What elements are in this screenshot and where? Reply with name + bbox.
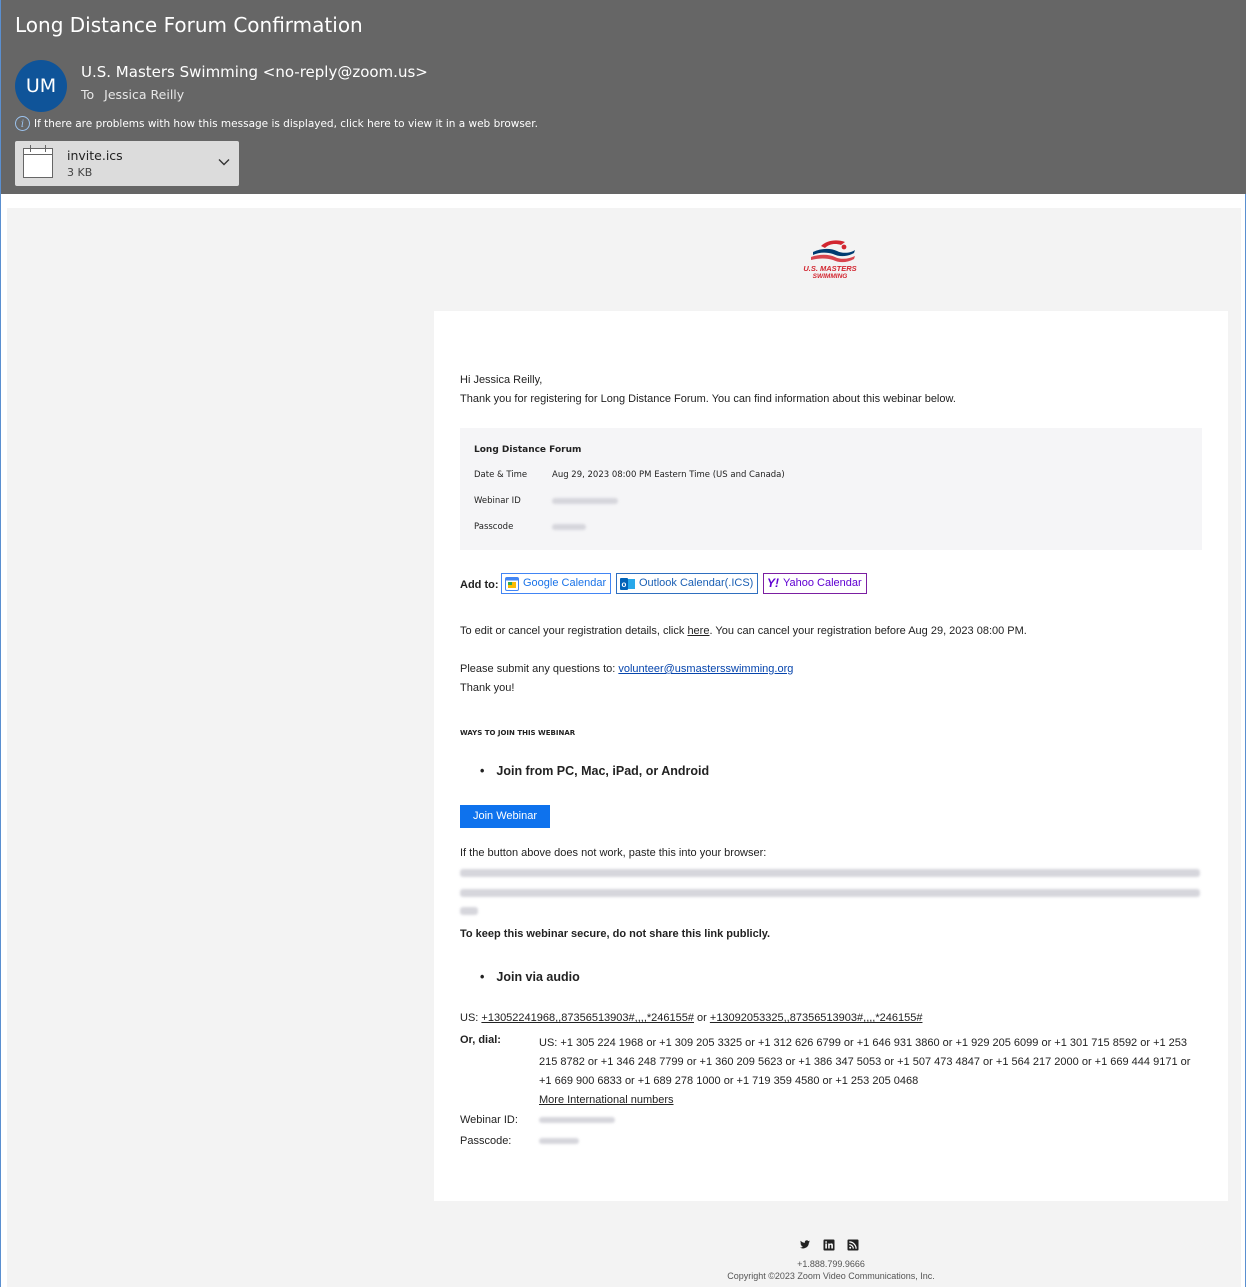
sender-address[interactable]: U.S. Masters Swimming <no-reply@zoom.us> — [81, 63, 428, 81]
edit-registration-link[interactable]: here — [687, 625, 709, 637]
display-notice-text[interactable]: If there are problems with how this mess… — [34, 118, 538, 130]
google-calendar-icon — [505, 576, 519, 591]
us-label: US: — [460, 1012, 482, 1024]
us-one-tap-number-1[interactable]: +13052241968,,87356513903#,,,,*246155# — [481, 1012, 694, 1024]
join-url-redacted-line2[interactable] — [460, 889, 1200, 897]
ways-to-join-heading: WAYS TO JOIN THIS WEBINAR — [460, 729, 576, 737]
us-one-tap-line: US: +13052241968,,87356513903#,,,,*24615… — [460, 1012, 922, 1024]
email-header: Long Distance Forum Confirmation UM U.S.… — [1, 0, 1246, 194]
webinar-title: Long Distance Forum — [474, 445, 582, 455]
paste-instructions: If the button above does not work, paste… — [460, 847, 767, 859]
questions-text: Please submit any questions to: voluntee… — [460, 663, 793, 675]
dial-line-1: US: +1 305 224 1968 or +1 309 205 3325 o… — [539, 1037, 1188, 1049]
email-subject: Long Distance Forum Confirmation — [15, 13, 363, 37]
display-notice[interactable]: i If there are problems with how this me… — [15, 116, 538, 131]
passcode-label-2: Passcode: — [460, 1135, 512, 1147]
to-label: To — [81, 87, 95, 102]
outlook-icon: o — [620, 577, 635, 590]
join-pc-text: Join from PC, Mac, iPad, or Android — [496, 764, 710, 778]
email-window: Long Distance Forum Confirmation UM U.S.… — [0, 0, 1246, 1287]
info-icon: i — [15, 116, 30, 131]
logo-text-line2: SWIMMING — [813, 273, 848, 280]
join-audio-bullet: • Join via audio — [480, 970, 580, 984]
us-or: or — [693, 1012, 710, 1024]
webinar-id-label: Webinar ID — [474, 496, 521, 506]
greeting: Hi Jessica Reilly, — [460, 374, 543, 386]
sender-avatar[interactable]: UM — [15, 60, 67, 112]
thank-you-registration: Thank you for registering for Long Dista… — [460, 393, 956, 405]
secure-link-warning: To keep this webinar secure, do not shar… — [460, 928, 771, 940]
edit-prefix: To edit or cancel your registration deta… — [460, 625, 688, 637]
dial-line-3: +1 669 900 6833 or +1 689 278 1000 or +1… — [539, 1075, 919, 1087]
recipient-line: To Jessica Reilly — [81, 87, 184, 102]
add-to-label: Add to: — [460, 579, 499, 591]
passcode-redacted — [552, 524, 586, 530]
footer-copyright: Copyright ©2023 Zoom Video Communication… — [727, 1271, 935, 1281]
join-pc-bullet: • Join from PC, Mac, iPad, or Android — [480, 764, 710, 778]
more-international-numbers-link[interactable]: More International numbers — [539, 1094, 674, 1106]
yahoo-calendar-label: Yahoo Calendar — [783, 577, 862, 589]
google-calendar-label: Google Calendar — [523, 577, 607, 589]
join-webinar-button[interactable]: Join Webinar — [460, 805, 550, 828]
webinar-id-redacted — [552, 498, 618, 504]
linkedin-icon[interactable] — [823, 1239, 835, 1251]
footer-phone: +1.888.799.9666 — [797, 1259, 865, 1269]
usms-logo: U.S. MASTERS SWIMMING — [803, 240, 857, 280]
logo-text-line1: U.S. MASTERS — [803, 264, 856, 273]
or-dial-label: Or, dial: — [460, 1034, 501, 1046]
dial-line-2: 215 8782 or +1 346 248 7799 or +1 360 20… — [539, 1056, 1191, 1068]
webinar-id-label-2: Webinar ID: — [460, 1114, 518, 1126]
join-url-redacted-line1[interactable] — [460, 869, 1200, 877]
chevron-down-icon[interactable] — [217, 155, 231, 169]
join-url-redacted-line3[interactable] — [460, 907, 478, 915]
volunteer-email-link[interactable]: volunteer@usmastersswimming.org — [618, 663, 793, 675]
attachment-size: 3 KB — [67, 166, 93, 179]
message-card: Hi Jessica Reilly, Thank you for registe… — [434, 311, 1228, 1201]
social-icons — [799, 1239, 859, 1251]
date-time-label: Date & Time — [474, 470, 528, 480]
dial-numbers: US: +1 305 224 1968 or +1 309 205 3325 o… — [539, 1034, 1190, 1110]
recipient-name[interactable]: Jessica Reilly — [104, 87, 184, 102]
svg-text:o: o — [622, 580, 627, 589]
questions-prefix: Please submit any questions to: — [460, 663, 619, 675]
webinar-id-redacted-2 — [539, 1117, 615, 1123]
attachment-card[interactable]: invite.ics 3 KB — [15, 141, 239, 186]
yahoo-calendar-button[interactable]: Y! Yahoo Calendar — [763, 573, 867, 594]
join-audio-text: Join via audio — [496, 970, 580, 984]
outlook-calendar-label: Outlook Calendar(.ICS) — [639, 577, 754, 589]
yahoo-icon: Y! — [767, 576, 779, 590]
google-calendar-button[interactable]: Google Calendar — [501, 573, 612, 594]
edit-registration-text: To edit or cancel your registration deta… — [460, 625, 1027, 637]
date-time-value: Aug 29, 2023 08:00 PM Eastern Time (US a… — [552, 470, 785, 480]
webinar-details-box: Long Distance Forum Date & Time Aug 29, … — [460, 428, 1202, 550]
passcode-label: Passcode — [474, 522, 514, 532]
us-one-tap-number-2[interactable]: +13092053325,,87356513903#,,,,*246155# — [710, 1012, 923, 1024]
twitter-icon[interactable] — [799, 1239, 811, 1251]
outlook-calendar-button[interactable]: o Outlook Calendar(.ICS) — [616, 573, 759, 594]
edit-suffix: . You can cancel your registration befor… — [709, 625, 1027, 637]
passcode-redacted-2 — [539, 1138, 579, 1144]
attachment-name: invite.ics — [67, 148, 123, 163]
rss-icon[interactable] — [847, 1239, 859, 1251]
thank-you-text: Thank you! — [460, 682, 515, 694]
calendar-file-icon — [23, 145, 53, 178]
